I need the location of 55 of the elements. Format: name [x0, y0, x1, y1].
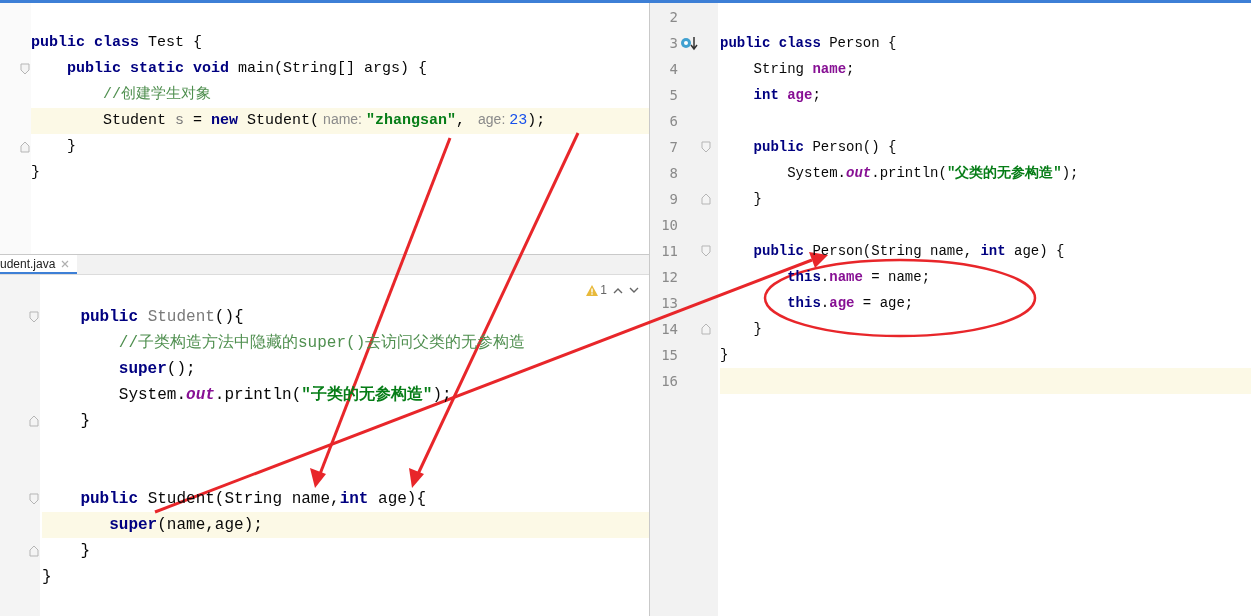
line-number: 13 [660, 293, 678, 313]
code-line: } [31, 162, 40, 183]
chevron-up-icon[interactable] [613, 286, 623, 294]
fold-icon[interactable] [20, 141, 30, 153]
line-number: 5 [668, 85, 678, 105]
line-number: 2 [668, 7, 678, 27]
file-tab[interactable]: udent.java [0, 255, 78, 274]
line-number: 9 [668, 189, 678, 209]
fold-icon[interactable] [29, 311, 39, 323]
warning-count: 1 [600, 282, 607, 299]
code-line: //创建学生对象 [102, 84, 211, 105]
line-number: 3 [668, 33, 678, 53]
code-line: public static void main(String[] args) { [66, 58, 428, 79]
fold-icon[interactable] [29, 493, 39, 505]
code-line: int age; [752, 85, 821, 105]
code-line: Student s = new Student( name: "zhangsan", age: 23); [102, 110, 546, 132]
line-number: 11 [660, 241, 678, 261]
code-line: this.age = age; [786, 293, 914, 313]
code-line: System.out.println("父类的无参构造"); [786, 163, 1079, 183]
code-line: super(name,age); [108, 515, 263, 536]
line-number: 16 [660, 371, 678, 391]
code-line: this.name = name; [786, 267, 931, 287]
warning-icon[interactable] [586, 284, 599, 296]
line-number: 14 [660, 319, 678, 339]
code-line: public Person(String name, int age) { [752, 241, 1065, 261]
line-number: 8 [668, 163, 678, 183]
fold-icon[interactable] [29, 415, 39, 427]
fold-icon[interactable] [20, 63, 30, 75]
code-line: } [79, 541, 90, 562]
fold-icon[interactable] [701, 323, 711, 335]
line-number: 7 [668, 137, 678, 157]
code-line: } [720, 345, 729, 365]
code-line: super(); [117, 359, 196, 380]
line-number: 10 [660, 215, 678, 235]
chevron-down-icon[interactable] [629, 286, 639, 294]
code-line: } [752, 319, 762, 339]
code-line: public Person() { [752, 137, 897, 157]
code-line: public class Test { [31, 32, 203, 53]
close-icon[interactable] [61, 259, 70, 268]
fold-icon[interactable] [701, 141, 711, 153]
code-line: } [752, 189, 762, 209]
code-line: } [66, 136, 76, 157]
line-number: 4 [668, 59, 678, 79]
code-line: public Student(){ [79, 307, 244, 328]
line-number: 12 [660, 267, 678, 287]
code-line: } [79, 411, 90, 432]
fold-icon[interactable] [701, 193, 711, 205]
override-icon[interactable] [680, 35, 698, 51]
fold-icon[interactable] [29, 545, 39, 557]
line-number: 15 [660, 345, 678, 365]
fold-icon[interactable] [701, 245, 711, 257]
code-line: } [42, 567, 52, 588]
code-line: public class Person { [720, 33, 897, 53]
line-number: 6 [668, 111, 678, 131]
code-line: String name; [752, 59, 855, 79]
